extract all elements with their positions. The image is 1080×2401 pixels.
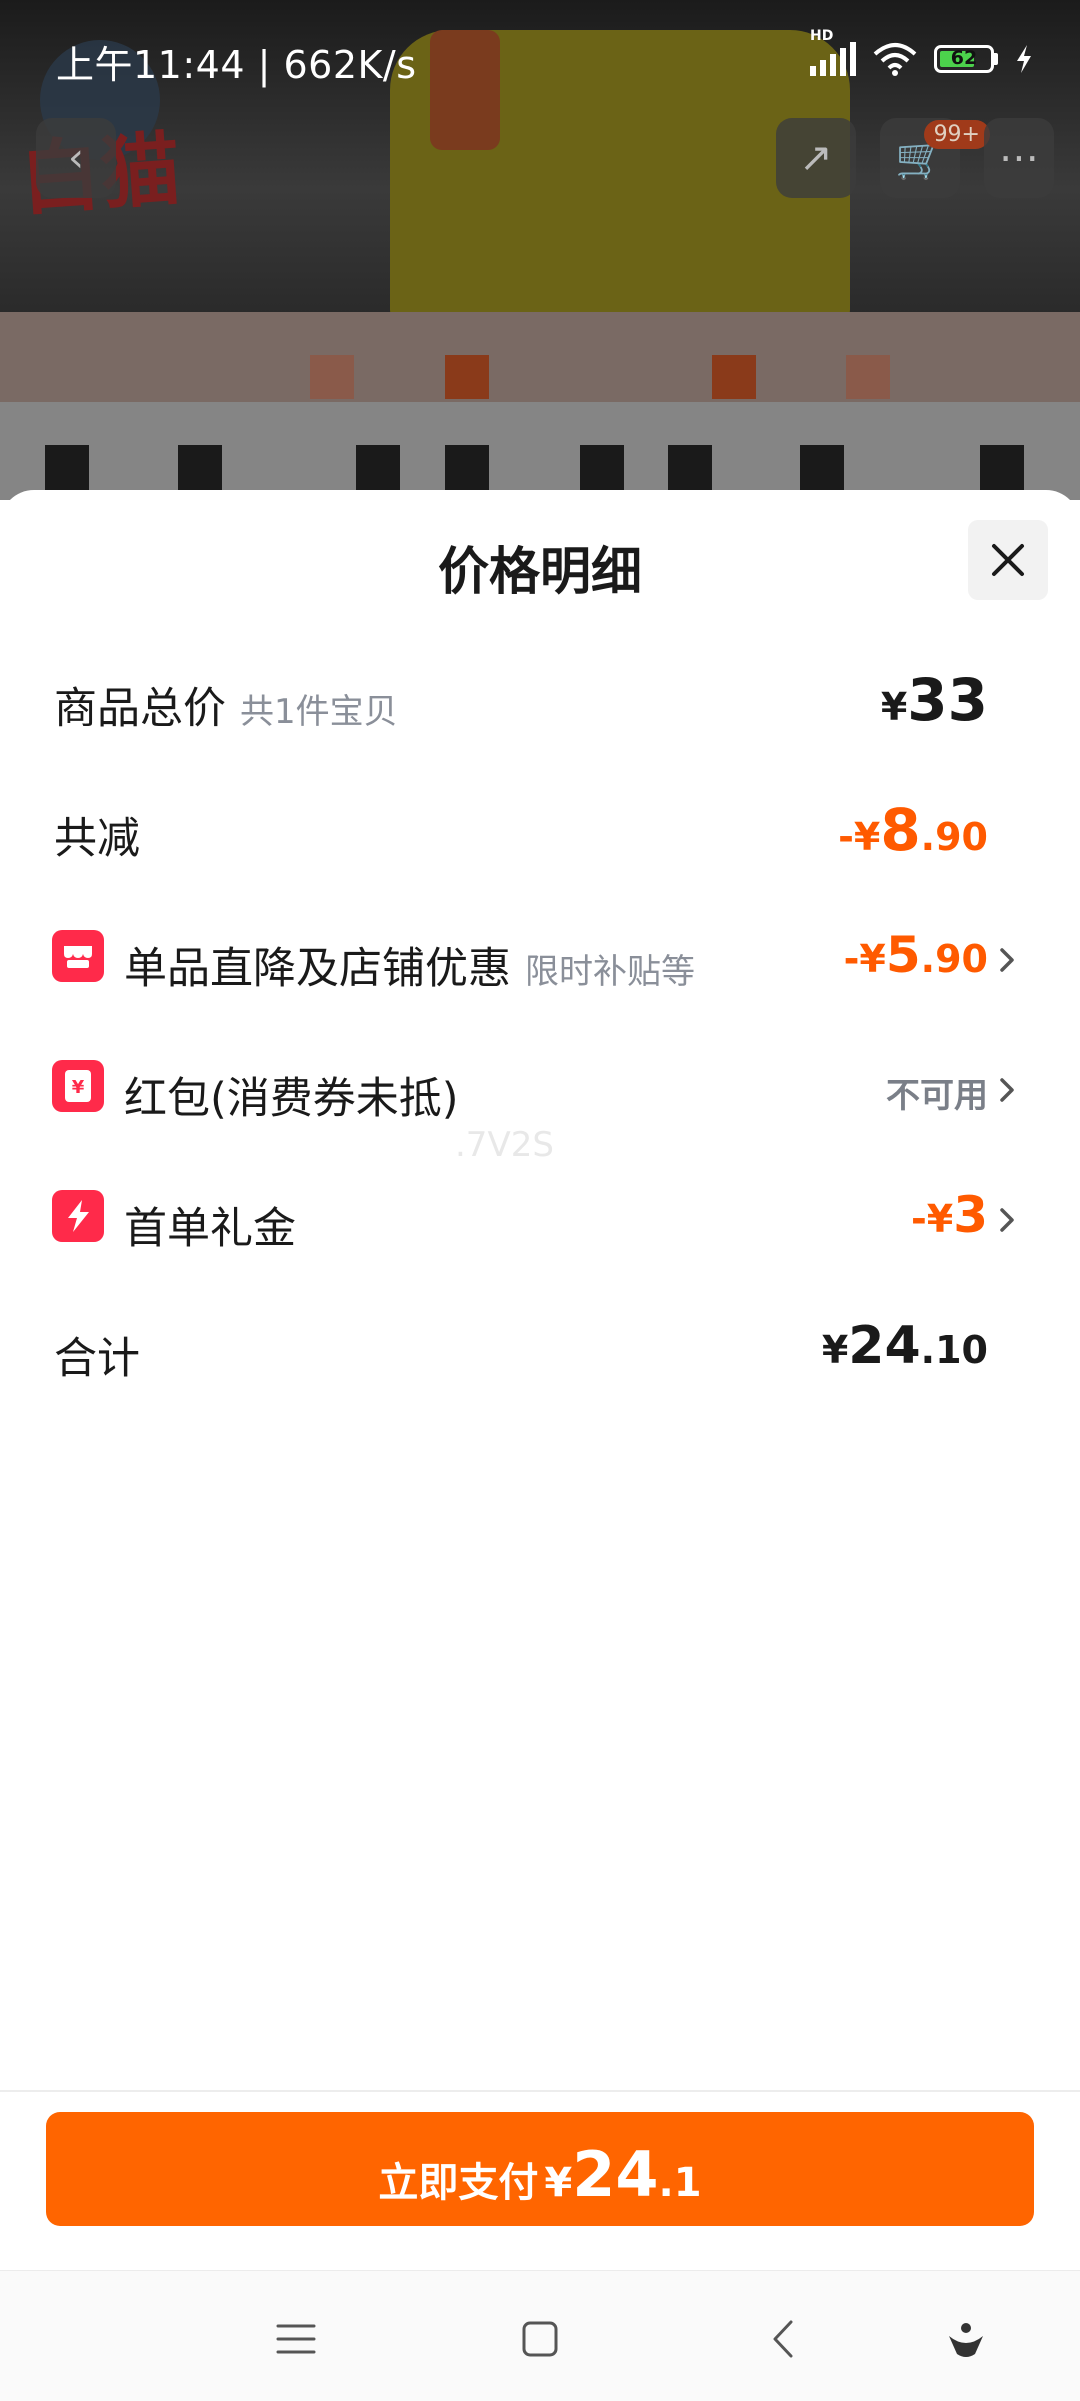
sku-strip	[0, 402, 1080, 500]
first-order-gift-amount: -¥3	[910, 1186, 988, 1244]
more-icon: ⋯	[984, 118, 1054, 198]
pay-label: 立即支付	[378, 2160, 539, 2206]
menu-button[interactable]	[266, 2309, 326, 2369]
lightning-icon	[52, 1190, 104, 1242]
home-icon	[522, 2321, 558, 2357]
row-label: 单品直降及店铺优惠	[124, 944, 511, 994]
pay-now-button[interactable]: 立即支付 ¥ 24 .1	[46, 2112, 1034, 2226]
chevron-right-icon	[1000, 1208, 1014, 1232]
subtotal-amount: ¥33	[880, 666, 988, 734]
battery-level: 62	[950, 47, 978, 69]
row-subtotal: 商品总价 共1件宝贝 ¥33	[0, 648, 1080, 748]
status-bar: 上午11:44 | 662K/s HD 62	[0, 0, 1080, 124]
row-first-order-gift[interactable]: 首单礼金 -¥3	[0, 1168, 1080, 1268]
share-icon: ↗	[776, 118, 856, 198]
total-discount-amount: -¥8.90	[838, 796, 988, 864]
chevron-right-icon	[1000, 1078, 1014, 1102]
network-type-label: HD	[810, 28, 834, 44]
watermark: .7V2S	[455, 1125, 554, 1165]
sku-chip	[712, 355, 756, 399]
close-button[interactable]	[968, 520, 1048, 600]
row-total-discount: 共减 -¥8.90	[0, 778, 1080, 878]
sku-chip	[846, 355, 890, 399]
row-store-discount[interactable]: 单品直降及店铺优惠 限时补贴等 -¥5.90	[0, 908, 1080, 1008]
promo-strip	[0, 312, 1080, 402]
row-red-packet[interactable]: ¥ 红包(消费券未抵) 不可用	[0, 1038, 1080, 1138]
menu-icon	[276, 2324, 316, 2354]
status-time: 上午11:44 | 662K/s	[56, 43, 417, 87]
shop-icon	[52, 930, 104, 982]
row-label: 合计	[54, 1334, 140, 1384]
cart-badge: 99+	[923, 120, 990, 149]
row-sublabel: 限时补贴等	[525, 952, 695, 992]
svg-text:¥: ¥	[72, 1077, 85, 1098]
assistant-button[interactable]	[936, 2309, 996, 2369]
signal-icon: HD	[810, 28, 856, 76]
row-sublabel: 共1件宝贝	[240, 692, 398, 732]
back-button[interactable]	[754, 2309, 814, 2369]
red-packet-icon: ¥	[52, 1060, 104, 1112]
pay-amount-int: 24	[572, 2138, 659, 2211]
pay-currency: ¥	[544, 2160, 573, 2206]
chevron-right-icon	[1000, 948, 1014, 972]
total-amount: ¥24.10	[821, 1316, 988, 1376]
store-discount-amount: -¥5.90	[843, 926, 988, 984]
row-label: 红包(消费券未抵)	[124, 1074, 459, 1124]
system-nav-bar	[0, 2270, 1080, 2401]
row-label: 商品总价	[54, 684, 226, 734]
assistant-icon	[949, 2323, 983, 2357]
sku-chip	[445, 355, 489, 399]
battery-icon: 62	[934, 45, 994, 73]
home-button[interactable]	[510, 2309, 570, 2369]
back-icon: ‹	[36, 118, 116, 198]
close-icon	[992, 544, 1024, 576]
status-icons: HD 62	[810, 28, 1034, 76]
row-label: 共减	[54, 814, 140, 864]
row-label: 首单礼金	[124, 1204, 296, 1254]
row-total: 合计 ¥24.10	[0, 1298, 1080, 1398]
red-packet-status: 不可用	[886, 1076, 988, 1116]
back-icon	[773, 2320, 793, 2358]
divider	[0, 2090, 1080, 2092]
sheet-title: 价格明细	[437, 543, 642, 602]
wifi-icon	[873, 43, 917, 76]
charging-icon	[1017, 45, 1031, 73]
sku-chip	[310, 355, 354, 399]
pay-amount-dec: .1	[658, 2160, 702, 2206]
